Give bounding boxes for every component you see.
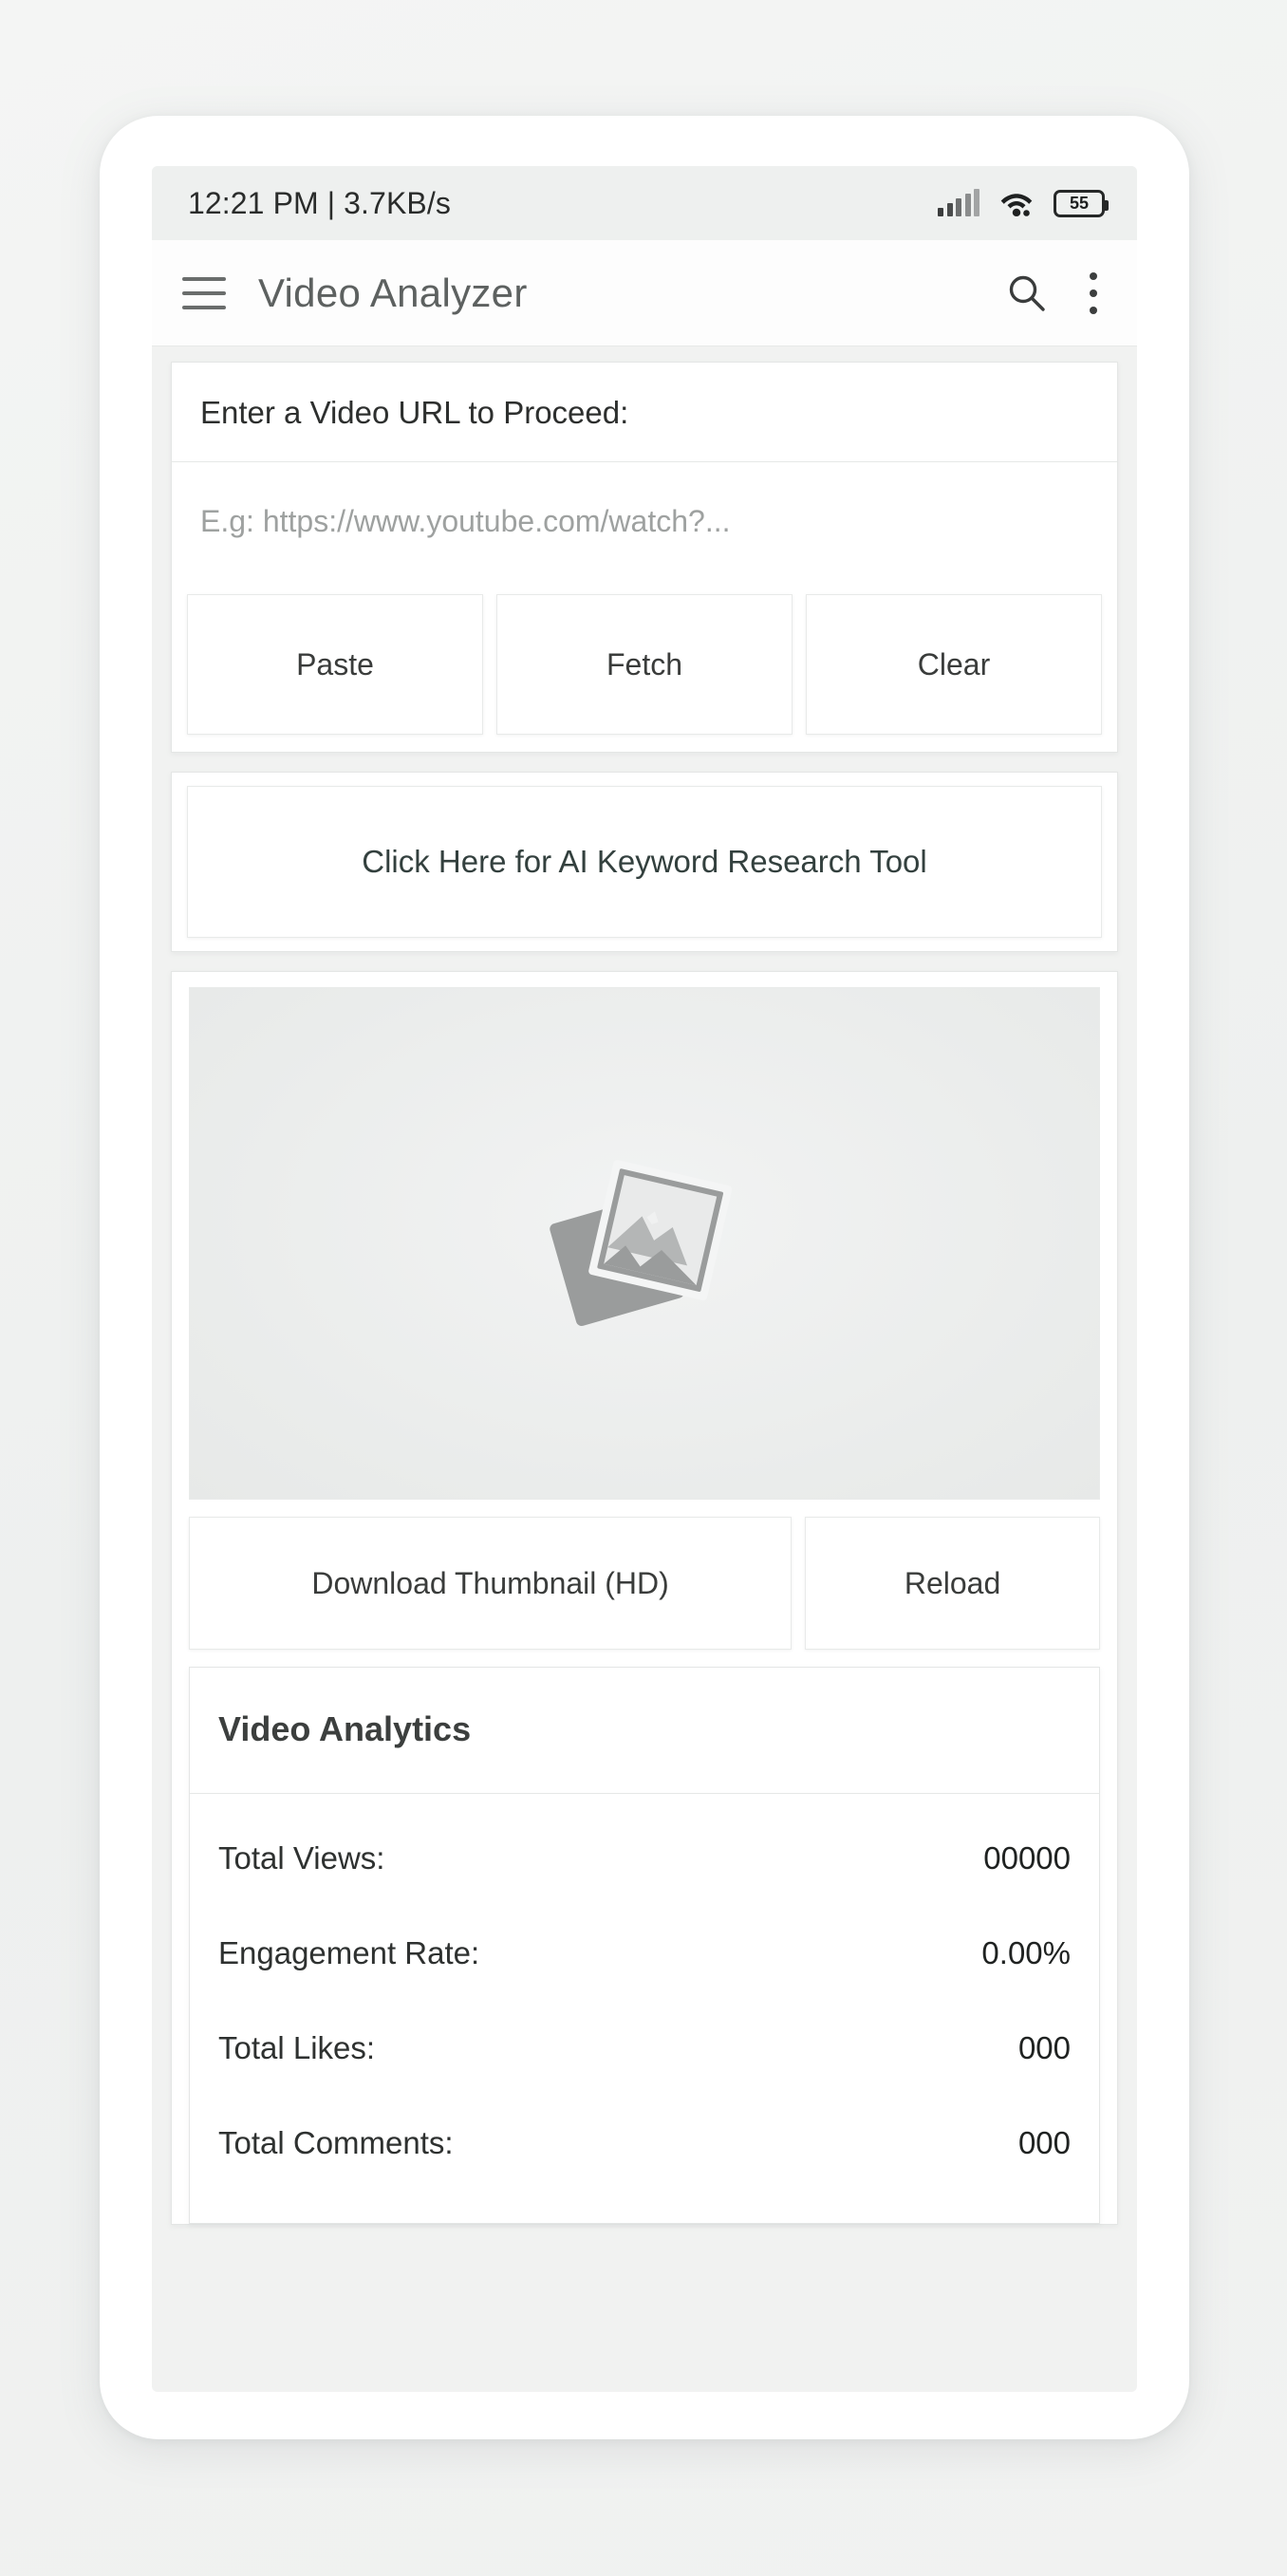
analytics-value: 0.00% [981,1935,1071,1970]
analytics-value: 000 [1017,2125,1071,2160]
url-action-button-row: Paste Fetch Clear [172,581,1117,752]
reload-button[interactable]: Reload [805,1517,1100,1650]
analytics-section-title: Video Analytics [190,1668,1099,1794]
app-bar: Video Analyzer [152,240,1137,346]
status-bar: 12:21 PM | 3.7KB/s 55 [152,166,1137,240]
analytics-label: Engagement Rate: [218,1935,480,1970]
keyword-tool-card: Click Here for AI Keyword Research Tool [171,772,1118,952]
thumbnail-action-button-row: Download Thumbnail (HD) Reload [189,1500,1100,1650]
analytics-label: Total Likes: [218,2030,376,2065]
phone-device-frame: 12:21 PM | 3.7KB/s 55 Video Analyzer Ent… [100,116,1189,2439]
scroll-content[interactable]: Enter a Video URL to Proceed: Paste Fetc… [152,346,1137,2392]
download-thumbnail-button[interactable]: Download Thumbnail (HD) [189,1517,793,1650]
analytics-value: 00000 [983,1840,1071,1876]
battery-level-text: 55 [1069,194,1090,213]
analytics-row-engagement-rate: Engagement Rate: 0.00% [218,1906,1071,2001]
signal-bars-icon [938,189,979,216]
analytics-label: Total Views: [218,1840,385,1876]
wifi-icon [1000,194,1033,216]
clear-button[interactable]: Clear [806,594,1102,735]
analytics-label: Total Comments: [218,2125,454,2160]
app-bar-actions [1006,271,1099,314]
analytics-row-total-comments: Total Comments: 000 [218,2096,1071,2191]
analytics-row-total-views: Total Views: 00000 [218,1811,1071,1906]
thumbnail-card: Download Thumbnail (HD) Reload Video Ana… [171,971,1118,2225]
url-input-label: Enter a Video URL to Proceed: [172,363,1117,462]
ai-keyword-research-tool-button[interactable]: Click Here for AI Keyword Research Tool [187,786,1102,938]
page-title: Video Analyzer [258,270,528,315]
hamburger-menu-icon[interactable] [182,276,226,309]
video-analytics-card: Video Analytics Total Views: 00000 Engag… [189,1667,1100,2224]
more-vertical-icon[interactable] [1088,271,1099,314]
analytics-rows: Total Views: 00000 Engagement Rate: 0.00… [190,1794,1099,2223]
search-icon[interactable] [1006,272,1048,314]
broken-image-placeholder-icon [549,1160,732,1326]
page-backdrop: 12:21 PM | 3.7KB/s 55 Video Analyzer Ent… [0,0,1287,2576]
status-bar-icons: 55 [938,189,1109,217]
battery-icon: 55 [1054,189,1109,217]
paste-button[interactable]: Paste [187,594,483,735]
status-bar-left-text: 12:21 PM | 3.7KB/s [188,185,451,220]
thumbnail-preview-area[interactable] [189,987,1100,1500]
analytics-row-total-likes: Total Likes: 000 [218,2001,1071,2096]
fetch-button[interactable]: Fetch [496,594,793,735]
video-url-input[interactable] [172,462,1117,581]
analytics-value: 000 [1017,2030,1071,2065]
url-input-card: Enter a Video URL to Proceed: Paste Fetc… [171,362,1118,753]
phone-screen: 12:21 PM | 3.7KB/s 55 Video Analyzer Ent… [152,166,1137,2392]
